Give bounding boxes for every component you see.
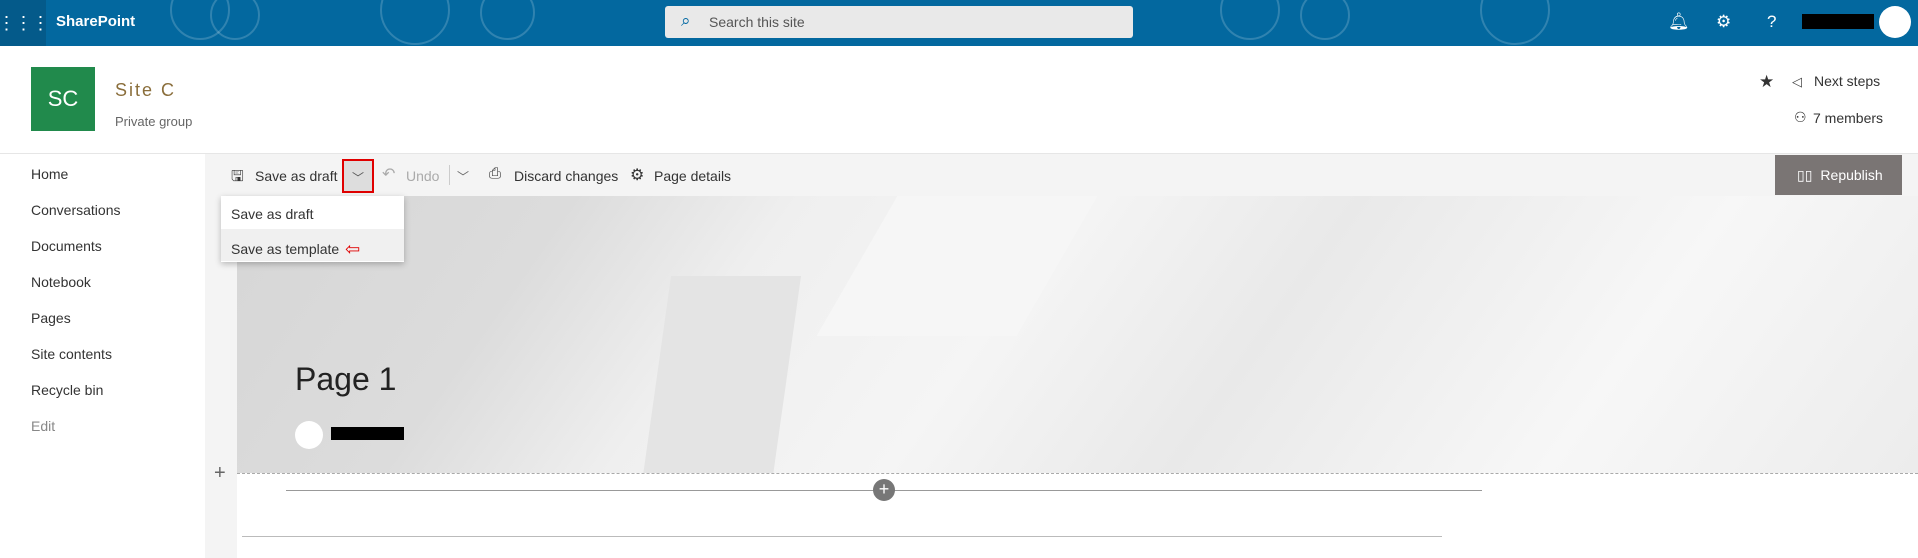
search-input[interactable]: ⌕ Search this site <box>665 6 1133 38</box>
bell-icon[interactable]: 🔔︎ <box>1668 12 1690 32</box>
undo-options-chevron-icon[interactable]: ﹀ <box>457 168 469 185</box>
user-name-redacted <box>1802 14 1874 29</box>
discard-changes-button[interactable]: Discard changes <box>514 168 618 184</box>
sidebar-edit-link[interactable]: Edit <box>31 418 55 434</box>
discard-icon: ⎙ <box>489 165 502 182</box>
megaphone-icon: ◁ <box>1792 74 1802 89</box>
republish-label: Republish <box>1820 167 1883 183</box>
sidebar-item-recycle-bin[interactable]: Recycle bin <box>31 382 103 398</box>
page-details-button[interactable]: Page details <box>654 168 731 184</box>
next-steps-link[interactable]: Next steps <box>1814 73 1880 89</box>
site-name[interactable]: Site C <box>115 80 176 101</box>
title-area-image <box>237 196 1918 473</box>
avatar[interactable] <box>1879 6 1911 38</box>
undo-button[interactable]: Undo <box>406 168 439 184</box>
gear-icon: ⚙ <box>630 167 645 184</box>
help-icon[interactable]: ? <box>1767 12 1776 32</box>
save-icon: 🖫 <box>231 168 244 185</box>
red-arrow-annotation-icon: ⇦ <box>345 239 361 259</box>
add-webpart-plus-icon[interactable]: + <box>873 479 895 501</box>
members-link[interactable]: 7 members <box>1813 110 1883 126</box>
gear-icon[interactable]: ⚙ <box>1716 12 1731 32</box>
site-header <box>0 46 1918 154</box>
divider <box>449 165 450 185</box>
sidebar-item-conversations[interactable]: Conversations <box>31 202 121 218</box>
star-icon[interactable]: ★ <box>1759 72 1774 92</box>
app-name[interactable]: SharePoint <box>56 13 135 30</box>
section-boundary <box>237 473 1918 474</box>
republish-button[interactable]: ▯▯ Republish <box>1775 155 1902 195</box>
sidebar-item-notebook[interactable]: Notebook <box>31 274 91 290</box>
author-avatar <box>295 421 323 449</box>
search-icon: ⌕ <box>681 11 691 30</box>
privacy-label: Private group <box>115 114 193 129</box>
menu-item-label: Save as template <box>231 241 340 257</box>
add-section-plus-icon[interactable]: + <box>214 462 226 485</box>
waffle-icon[interactable]: ⋮⋮⋮ <box>0 0 50 46</box>
sidebar-item-site-contents[interactable]: Site contents <box>31 346 112 362</box>
undo-icon: ↶ <box>382 166 396 183</box>
menu-item-save-as-template[interactable]: Save as template ⇦ <box>221 229 404 261</box>
book-icon: ▯▯ <box>1797 167 1813 183</box>
sidebar-item-documents[interactable]: Documents <box>31 238 102 254</box>
save-options-chevron-icon[interactable]: ﹀ <box>342 159 374 193</box>
search-placeholder: Search this site <box>709 14 805 30</box>
site-logo[interactable]: SC <box>31 67 95 131</box>
save-as-draft-button[interactable]: Save as draft <box>255 168 338 184</box>
suite-bar: ⋮⋮⋮ SharePoint ⌕ Search this site 🔔︎ ⚙ ? <box>0 0 1918 46</box>
sidebar-item-home[interactable]: Home <box>31 166 68 182</box>
person-icon: ⚇ <box>1794 109 1807 125</box>
save-options-menu: Save as draft Save as template ⇦ <box>221 196 404 262</box>
author-name-redacted <box>331 427 404 440</box>
sidebar-item-pages[interactable]: Pages <box>31 310 71 326</box>
divider <box>242 536 1442 537</box>
menu-item-save-as-draft[interactable]: Save as draft <box>221 197 404 229</box>
page-title[interactable]: Page 1 <box>295 361 396 398</box>
